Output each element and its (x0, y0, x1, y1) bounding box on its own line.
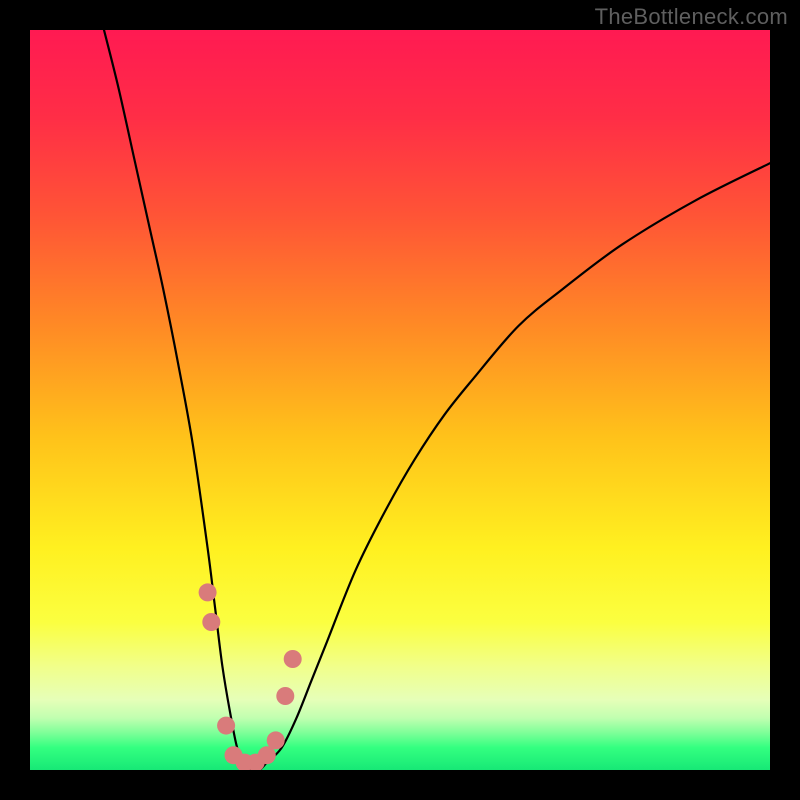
plot-area (30, 30, 770, 770)
marker-dot (267, 731, 285, 749)
marker-dot (202, 613, 220, 631)
watermark-text: TheBottleneck.com (595, 4, 788, 30)
marker-dot (276, 687, 294, 705)
marker-dot (199, 583, 217, 601)
marker-dot (217, 717, 235, 735)
gradient-background (30, 30, 770, 770)
marker-dot (284, 650, 302, 668)
bottleneck-chart (30, 30, 770, 770)
chart-frame: TheBottleneck.com (0, 0, 800, 800)
